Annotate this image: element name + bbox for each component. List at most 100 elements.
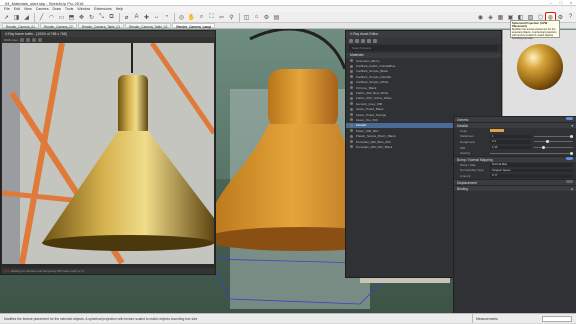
chevron-down-icon: ▾ (571, 124, 573, 128)
rectangle-icon[interactable]: ▭ (57, 13, 66, 22)
vfb-status-bar: [0.0] Waiting for denoise and temporary … (1, 268, 215, 274)
scene-tab[interactable]: Render_Camera_01 (2, 23, 39, 29)
roughness-field[interactable]: 0.3 (490, 140, 531, 144)
vray-render-icon[interactable]: ◉ (476, 13, 485, 22)
vfb-tool-icon[interactable] (25, 38, 30, 42)
metalness-slider[interactable] (534, 134, 573, 138)
render-shutter (2, 43, 20, 264)
text-icon[interactable]: A (132, 13, 141, 22)
tape-icon[interactable]: ⌀ (122, 13, 131, 22)
warehouse-icon[interactable]: ⌂ (252, 13, 261, 22)
status-message: Modifies the texture placement for the s… (4, 316, 198, 321)
bump-toggle[interactable] (566, 156, 573, 161)
roughness-slider[interactable] (534, 140, 573, 144)
window-title: 04_Materials_start.skp - SketchUp Pro 20… (5, 0, 84, 6)
select-icon[interactable]: ➚ (2, 13, 11, 22)
render-image (2, 43, 214, 264)
layout-icon[interactable]: ▤ (272, 13, 281, 22)
material-properties[interactable]: Generic Metallic ▾ Color Metalness 1 Rough… (453, 116, 576, 313)
binding-section[interactable]: Binding ▸ (454, 184, 576, 191)
material-swatch-icon (350, 80, 353, 84)
rotate-icon[interactable]: ↻ (87, 13, 96, 22)
vray-interactive-icon[interactable]: ◈ (486, 13, 495, 22)
material-swatch-icon (350, 123, 353, 127)
orbit-icon[interactable]: ◎ (177, 13, 186, 22)
eraser-icon[interactable]: ◨ (12, 13, 21, 22)
material-swatch-icon (350, 91, 353, 95)
material-swatch-icon (350, 86, 353, 90)
toolbar-separator (119, 12, 120, 22)
offset-icon[interactable]: ⧉ (107, 13, 116, 22)
color-swatch[interactable] (490, 129, 504, 133)
material-swatch-icon (350, 129, 353, 133)
protractor-icon[interactable]: ◔ (162, 13, 171, 22)
tooltip-body: Modifies the texture placement for the s… (512, 28, 557, 40)
toolbar-separator (34, 12, 35, 22)
amount-field[interactable]: 0.77 (490, 174, 573, 178)
material-swatch-icon (350, 113, 353, 117)
pan-icon[interactable]: ✋ (187, 13, 196, 22)
measurements-label: Measurements (472, 314, 542, 323)
asset-search-input[interactable]: Search Assets (349, 45, 498, 51)
vfb-tool-icon[interactable] (19, 38, 24, 42)
asset-editor-toolbar (346, 37, 501, 44)
zoom-icon[interactable]: ⌕ (197, 13, 206, 22)
vfb-tool-icon[interactable] (37, 38, 42, 42)
render-scene (2, 43, 214, 264)
ior-slider[interactable] (534, 146, 573, 150)
material-swatch-icon (350, 69, 353, 73)
materials-tab-icon[interactable] (349, 38, 353, 43)
material-swatch-icon (350, 118, 353, 122)
move-icon[interactable]: ✥ (77, 13, 86, 22)
displacement-toggle[interactable] (566, 179, 573, 184)
material-swatch-icon (350, 134, 353, 138)
settings-tab-icon[interactable] (373, 38, 377, 43)
geometry-tab-icon[interactable] (361, 38, 365, 43)
lamp-cable (249, 29, 347, 70)
material-swatch-icon (350, 96, 353, 100)
metalness-field[interactable]: 1 (490, 134, 531, 139)
generic-toggle[interactable] (566, 117, 573, 121)
walk-icon[interactable]: ⚲ (227, 13, 236, 22)
vfb-channel-select[interactable]: RGB color (4, 38, 18, 42)
axes-icon[interactable]: ✚ (142, 13, 151, 22)
chevron-right-icon: ▸ (571, 186, 573, 191)
vray-help-icon[interactable]: ? (566, 13, 575, 22)
vray-batch-icon[interactable]: ▦ (496, 13, 505, 22)
status-bar: Modifies the texture placement for the s… (0, 313, 576, 323)
vray-frame-buffer[interactable]: V-Ray frame buffer - [100% of 768 x 768]… (0, 30, 216, 275)
paint-icon[interactable]: ◢ (22, 13, 31, 22)
textures-tab-icon[interactable] (367, 38, 371, 43)
lights-tab-icon[interactable] (355, 38, 359, 43)
bump-mode-select[interactable]: Normal Map (490, 162, 573, 167)
scale-icon[interactable]: ⤡ (97, 13, 106, 22)
pushpull-icon[interactable]: ⬒ (67, 13, 76, 22)
scene-tab[interactable]: Render_Camera_Table_01 (77, 23, 125, 29)
preview-sphere (517, 44, 563, 90)
extension-icon[interactable]: ⚙ (262, 13, 271, 22)
scene-tab[interactable]: Render_Camera_Table_02 (125, 23, 172, 29)
measurements-input[interactable] (542, 315, 572, 322)
zoom-extents-icon[interactable]: ⛶ (207, 13, 216, 22)
material-swatch-icon (350, 75, 353, 79)
vfb-status-text: Waiting for denoise and temporary IRF ba… (10, 269, 87, 273)
dimension-icon[interactable]: ↔ (152, 13, 161, 22)
render-lamp-rim (42, 235, 214, 251)
vfb-status-hl: [0.0] (4, 269, 10, 273)
material-swatch-icon (350, 64, 353, 68)
ior-field[interactable]: 1.56 (490, 145, 531, 150)
material-swatch-icon (350, 102, 353, 106)
normal-type-select[interactable]: Tangent Space (490, 168, 573, 173)
scene-tab-active[interactable]: Render_Camera_Lamp (172, 23, 216, 29)
section-icon[interactable]: ◫ (242, 13, 251, 22)
vfb-tool-icon[interactable] (31, 38, 36, 42)
arc-icon[interactable]: ◠ (47, 13, 56, 22)
opacity-slider[interactable] (490, 151, 573, 155)
render-lamp-neck (118, 75, 148, 135)
material-swatch-icon (350, 140, 353, 144)
line-icon[interactable]: ╱ (37, 13, 46, 22)
prev-view-icon[interactable]: ⇦ (217, 13, 226, 22)
tooltip: Spherical Projection (UVW Placement) Mod… (510, 20, 560, 40)
lamp-neck (268, 69, 338, 129)
scene-tab[interactable]: Render_Camera_02 (39, 23, 77, 29)
